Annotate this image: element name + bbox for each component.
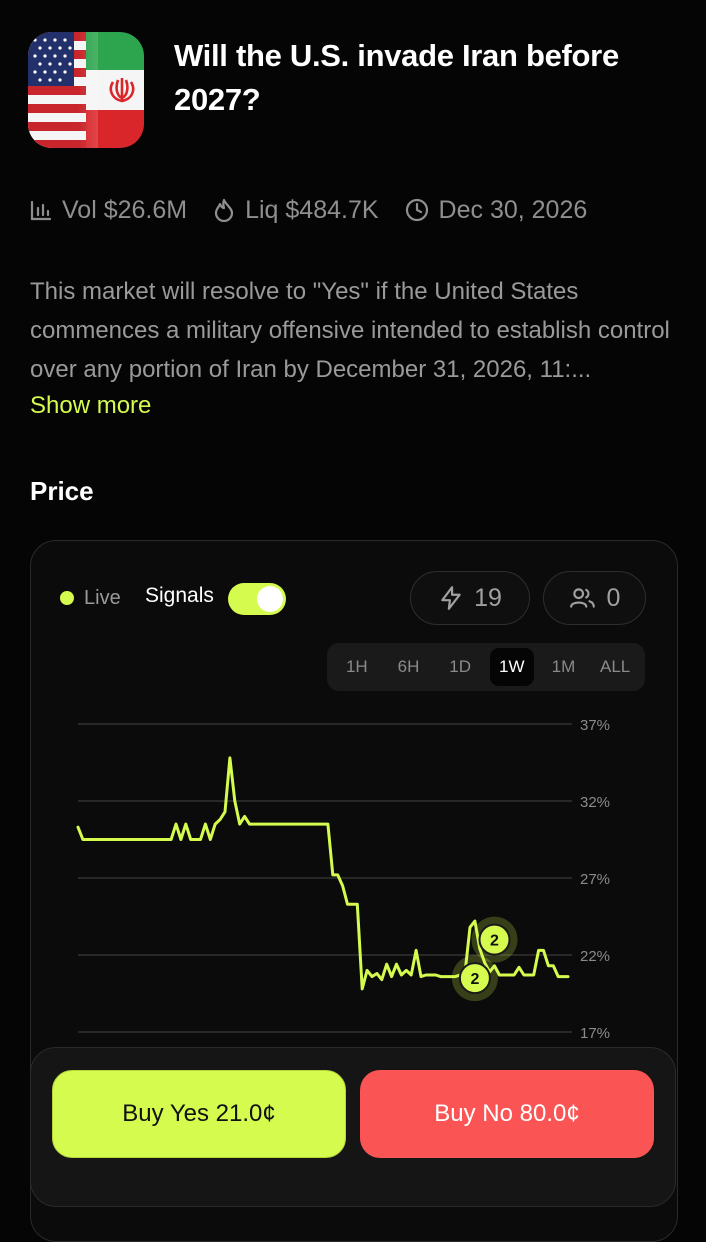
market-description: This market will resolve to "Yes" if the…	[30, 278, 670, 383]
timeframe-1d[interactable]: 1D	[438, 648, 482, 686]
y-tick-label: 32%	[580, 794, 610, 811]
y-tick-label: 37%	[580, 717, 610, 734]
buy-yes-button[interactable]: Buy Yes 21.0¢	[52, 1070, 346, 1158]
signals-count: 19	[474, 583, 502, 612]
buy-no-button[interactable]: Buy No 80.0¢	[360, 1070, 654, 1158]
y-tick-label: 27%	[580, 871, 610, 888]
timeframe-6h[interactable]: 6H	[386, 648, 430, 686]
y-tick-label: 22%	[580, 948, 610, 965]
market-title: Will the U.S. invade Iran before 2027?	[174, 38, 619, 117]
volume-value: Vol $26.6M	[62, 195, 188, 224]
timeframe-all[interactable]: ALL	[593, 648, 637, 686]
timeframe-selector: 1H 6H 1D 1W 1M ALL	[327, 643, 645, 691]
lightning-icon	[441, 586, 461, 610]
timeframe-1w[interactable]: 1W	[489, 648, 534, 686]
signals-label: Signals	[145, 584, 214, 607]
bar-chart-icon	[30, 200, 52, 221]
volume-stat: Vol $26.6M	[30, 196, 187, 225]
signals-count-pill[interactable]: 19	[410, 571, 530, 625]
toggle-knob	[257, 586, 283, 612]
signal-marker-label: 2	[470, 971, 479, 988]
y-tick-label: 17%	[580, 1025, 610, 1042]
clock-icon	[405, 198, 428, 222]
users-count-pill[interactable]: 0	[543, 571, 646, 625]
live-dot-icon	[60, 591, 74, 605]
timeframe-1m[interactable]: 1M	[541, 648, 585, 686]
end-date-stat: Dec 30, 2026	[405, 195, 588, 225]
live-indicator: Live	[60, 580, 121, 616]
signal-marker[interactable]: 2	[451, 955, 498, 1002]
signal-marker-label: 2	[490, 933, 499, 950]
liquidity-value: Liq $484.7K	[245, 195, 379, 224]
users-count: 0	[606, 583, 621, 612]
users-icon	[569, 588, 595, 608]
flame-icon	[214, 198, 234, 222]
live-label: Live	[84, 586, 121, 609]
market-stats: Vol $26.6M Liq $484.7K Dec 30, 2026	[30, 190, 613, 230]
market-icon	[28, 32, 144, 148]
liquidity-stat: Liq $484.7K	[213, 195, 379, 225]
us-iran-flag-icon	[28, 32, 144, 148]
timeframe-1h[interactable]: 1H	[335, 648, 379, 686]
show-more-link[interactable]: Show more	[30, 392, 151, 420]
price-section-title: Price	[30, 476, 94, 506]
price-chart: 37% 32% 27% 22% 17% 2 2	[76, 717, 610, 1042]
end-date-value: Dec 30, 2026	[438, 195, 588, 224]
signals-toggle[interactable]	[228, 583, 286, 615]
